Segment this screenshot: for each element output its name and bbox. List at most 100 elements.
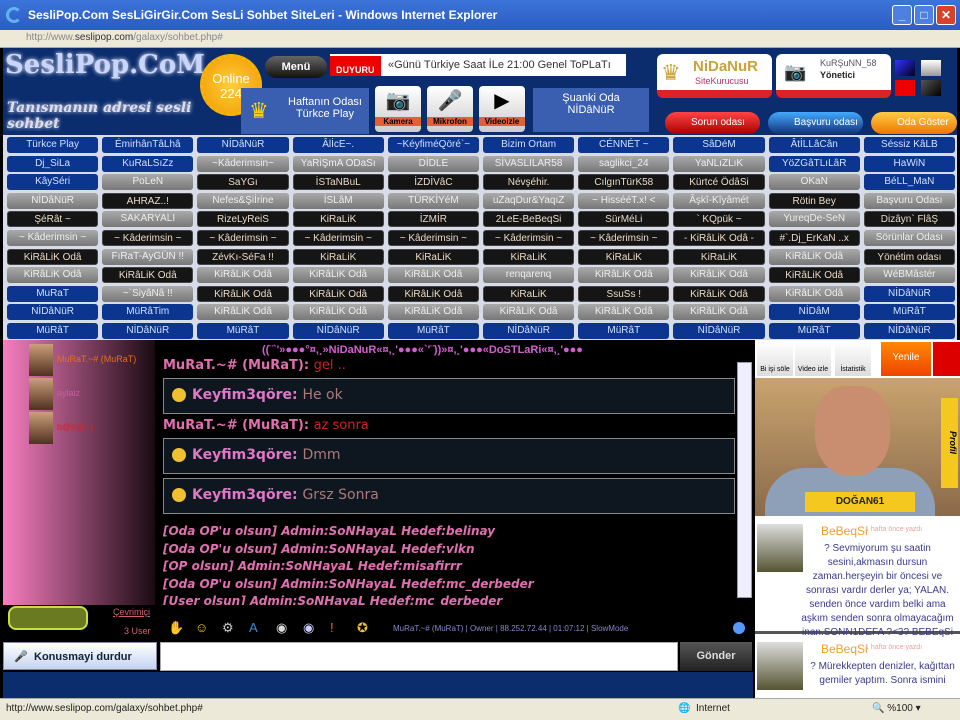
chat-nick[interactable]: Keyfim3qöre: (192, 387, 298, 403)
room-button[interactable]: SürMéLi (578, 211, 670, 228)
user-item[interactable]: aylaiz (29, 378, 154, 412)
video-button[interactable]: ▶ Videoizle (479, 86, 525, 132)
room-button[interactable]: NİDâNüR (863, 285, 955, 302)
room-button[interactable]: Sörünlar Odası (863, 229, 955, 246)
room-button[interactable]: ~ Kâderimsin ~ (578, 229, 670, 246)
chat-nick[interactable]: Keyfim3qöre: (192, 447, 298, 463)
room-button[interactable]: ~ Kâderimsin ~ (387, 229, 479, 246)
room-button[interactable]: OKaN (768, 174, 860, 191)
room-button[interactable]: NİDâM (768, 304, 860, 321)
theme-blue-swatch[interactable] (895, 60, 915, 76)
founder-card[interactable]: ♛ NiDaNuR SiteKurucusu (657, 54, 772, 98)
font-icon[interactable]: A (249, 620, 258, 635)
room-button[interactable]: KiRaLiK (482, 285, 575, 302)
room-button[interactable]: KiRâLiK Odâ (578, 304, 670, 321)
room-button[interactable]: Âşkî-Kîyâmét (673, 192, 765, 209)
room-button[interactable]: RizeLyReiS (197, 211, 289, 228)
room-button[interactable]: #`.Dj_ErKaN ..x (768, 229, 860, 246)
room-button[interactable]: SâDéM (673, 137, 765, 153)
room-button[interactable]: Dizâyn` FlâŞ (863, 211, 955, 228)
room-button[interactable]: YaRiŞmA ODaSı (292, 155, 384, 172)
user-item[interactable]: b@b@ :) (29, 412, 154, 446)
minimize-button[interactable]: _ (892, 5, 912, 25)
address-bar[interactable]: http://www.seslipop.com/galaxy/sohbet.ph… (0, 30, 960, 48)
room-button[interactable]: KiRaLiK (482, 248, 575, 265)
room-button[interactable]: KiRâLiK Odâ (578, 267, 670, 284)
room-button[interactable]: KiRaLiK (673, 248, 765, 265)
room-button[interactable]: KiRâLiK Odâ (768, 267, 860, 284)
room-button[interactable]: YureqDe-SeN (768, 211, 860, 228)
room-button[interactable]: KiRâLiK Odâ (292, 285, 384, 302)
problem-room-button[interactable]: Sorun odası (665, 112, 760, 134)
room-button[interactable]: KiRâLiK Odâ (7, 248, 99, 265)
room-button[interactable]: saglikci_24 (578, 155, 670, 172)
post-author[interactable]: BeBeqSi (821, 524, 868, 538)
room-button[interactable]: HaWiN (863, 155, 955, 172)
room-button[interactable]: Yönétim odası (863, 248, 955, 265)
user-item[interactable]: MuRaT.~# (MuRaT) (29, 344, 154, 378)
maximize-button[interactable]: □ (914, 5, 934, 25)
room-button[interactable]: BéLL_MaN (863, 174, 955, 191)
chat-nick[interactable]: MuRaT.~# (MuRaT): (163, 418, 309, 433)
room-button[interactable]: SİVASLILAR58 (482, 155, 575, 172)
room-button[interactable]: MuRaT (7, 285, 99, 302)
alert-icon[interactable]: ! (330, 620, 334, 635)
room-button[interactable]: - KiRâLiK Odâ - (673, 229, 765, 246)
room-button[interactable]: KâySéri (7, 174, 99, 191)
room-button[interactable]: NİDâNüR (7, 192, 99, 209)
room-button[interactable]: ~ Kâderimsin ~ (102, 229, 194, 246)
online-link[interactable]: Çevrimiçi (113, 607, 150, 617)
room-button[interactable]: KiRâLiK Odâ (673, 304, 765, 321)
room-button[interactable]: Kürtcé ÖdâSi (673, 174, 765, 191)
room-button[interactable]: MüRâT (197, 322, 289, 339)
room-button[interactable]: SsuSs ! (578, 285, 670, 302)
chat-nick[interactable]: Keyfim3qöre: (192, 487, 298, 503)
room-button[interactable]: KuRaLSıZz (102, 155, 194, 172)
room-button[interactable]: KiRâLiK Odâ (387, 304, 479, 321)
room-button[interactable]: SaYGı (197, 174, 289, 191)
info-icon[interactable] (733, 622, 745, 634)
stop-talking-button[interactable]: 🎤 Konusmayi durdur (3, 642, 157, 670)
room-button[interactable]: KiRâLiK Odâ (292, 267, 384, 284)
room-button[interactable]: NİDâNüR (482, 322, 575, 339)
room-button[interactable]: Nefes&Şiİrine (197, 192, 289, 209)
room-button[interactable]: WéBMâstér (863, 267, 955, 284)
room-button[interactable]: ÂlİcE~. (292, 137, 384, 153)
room-button[interactable]: Türkce Play (7, 137, 99, 153)
room-button[interactable]: NİDâNüR (102, 322, 194, 339)
room-button[interactable]: NİDâNüR (863, 322, 955, 339)
room-button[interactable]: KiRâLiK Odâ (768, 248, 860, 265)
room-button[interactable]: NİDâNüR (197, 137, 289, 153)
room-button[interactable]: MüRâT (578, 322, 670, 339)
room-button[interactable]: ~ HissééT.x! < (578, 192, 670, 209)
chat-nick[interactable]: MuRaT.~# (MuRaT): (163, 358, 309, 373)
tab-video[interactable]: Video izle (795, 342, 831, 376)
room-button[interactable]: renqarenq (482, 267, 575, 284)
room-button[interactable]: KiRâLiK Odâ (387, 285, 479, 302)
admin-card[interactable]: 📷 KuRŞuNN_58 Yönetici (776, 54, 891, 98)
room-button[interactable]: MüRâTim (102, 304, 194, 321)
chat-scrollbar[interactable] (737, 362, 752, 598)
room-button[interactable]: AHRAZ..! (102, 192, 194, 209)
room-button[interactable]: İZDİVâC (387, 174, 479, 191)
room-button[interactable]: ÉmirhânTâLhâ (102, 137, 194, 153)
medal-icon[interactable]: ✪ (357, 620, 368, 636)
room-button[interactable]: İSTaNBuL (292, 174, 384, 191)
room-button[interactable]: ` KQpük ~ (673, 211, 765, 228)
profile-tab[interactable]: Profil (941, 398, 958, 488)
room-button[interactable]: ~ Kâderimsin ~ (292, 229, 384, 246)
close-tab[interactable] (933, 342, 960, 376)
room-button[interactable]: ÂtİLLâCân (768, 137, 860, 153)
room-button[interactable]: ŞéRât ~ (7, 211, 99, 228)
post-author[interactable]: BeBeqSi (821, 642, 868, 656)
room-button[interactable]: MüRâT (863, 304, 955, 321)
record-icon[interactable]: ◉ (276, 620, 287, 636)
menu-button[interactable]: Menü (265, 56, 327, 78)
room-button[interactable]: ~KéyfiméQöré`~ (387, 137, 479, 153)
tab-say-something[interactable]: Bi işi söle (757, 342, 793, 376)
room-button[interactable]: Rötin Bey (768, 192, 860, 209)
room-button[interactable]: KiRâLiK Odâ (387, 267, 479, 284)
room-button[interactable]: KiRaLiK (578, 248, 670, 265)
room-button[interactable]: KiRâLiK Odâ (197, 285, 289, 302)
room-button[interactable]: ZévKı-SéFa !! (197, 248, 289, 265)
